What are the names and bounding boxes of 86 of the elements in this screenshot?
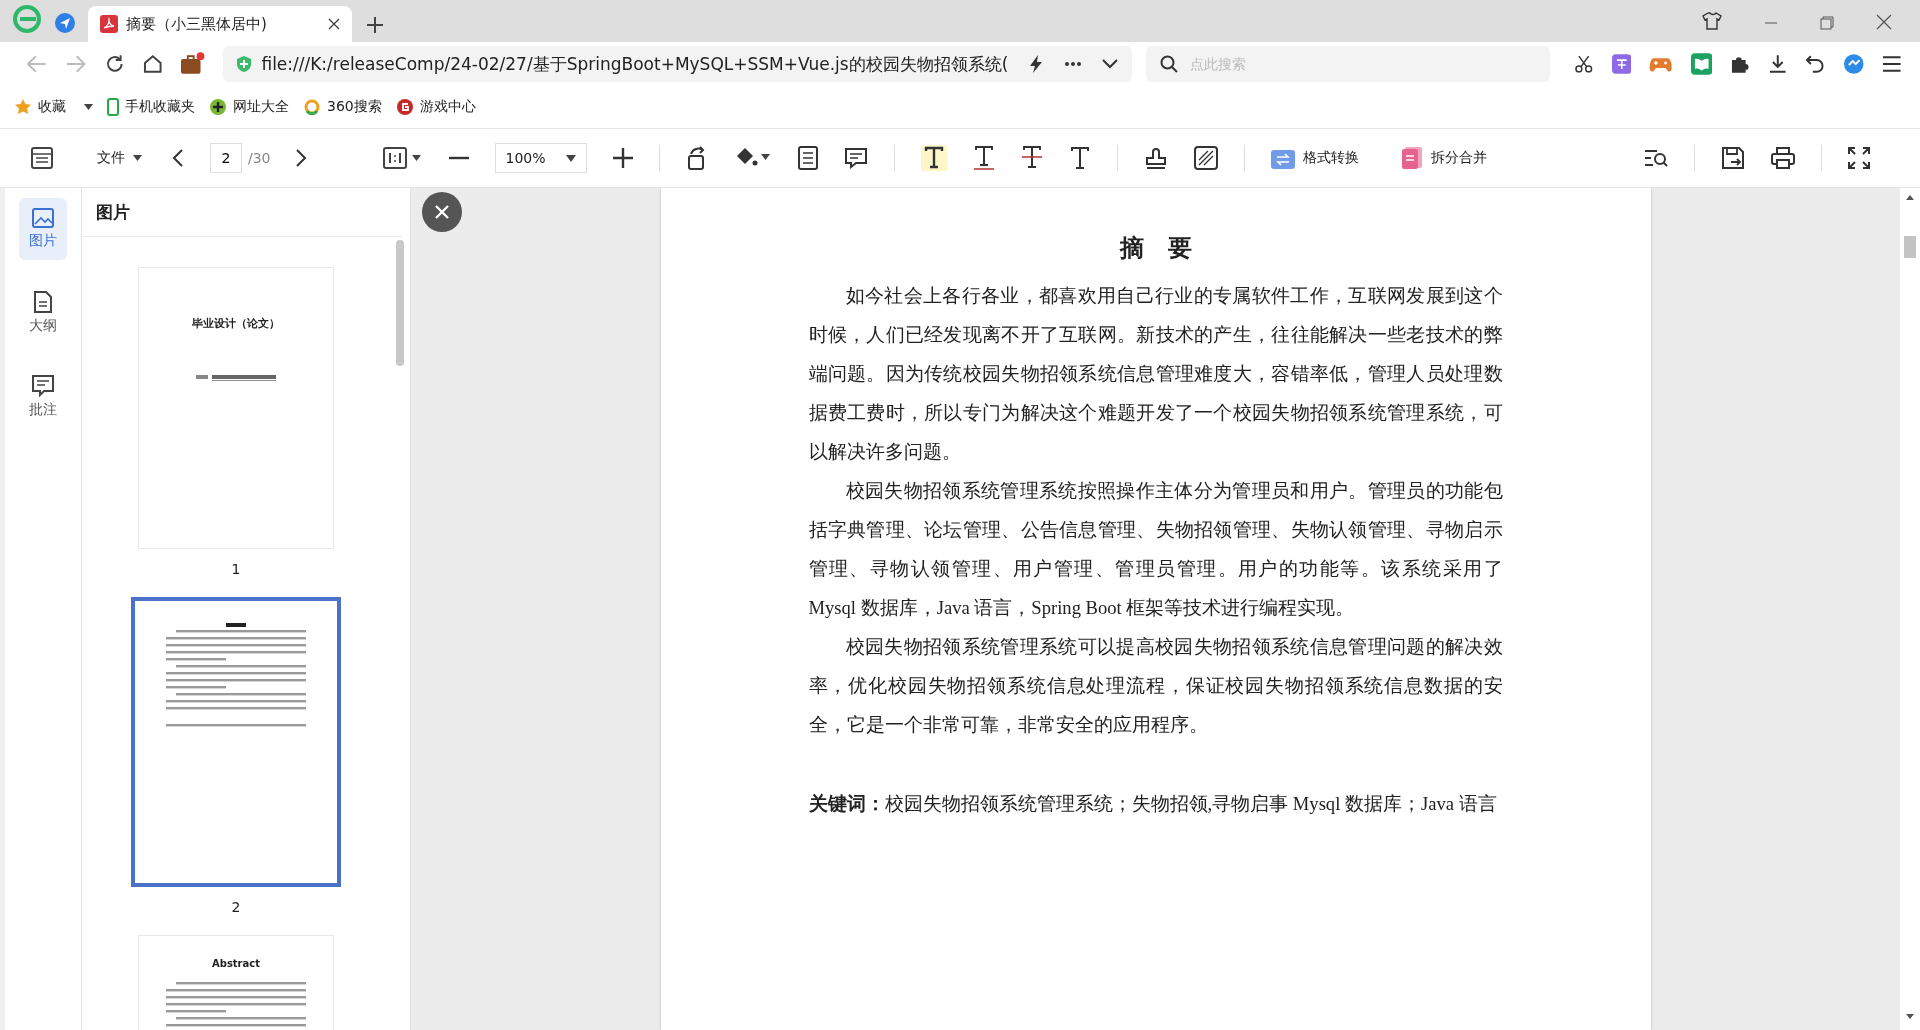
pdf-icon	[100, 15, 118, 33]
new-tab-icon[interactable]	[366, 16, 384, 34]
browser-tab[interactable]: 摘要（小三黑体居中)	[88, 6, 352, 42]
chevron-down-icon[interactable]	[1102, 59, 1119, 69]
zoom-in-icon[interactable]	[612, 148, 633, 168]
page-total: /30	[248, 150, 271, 166]
caret-icon[interactable]	[84, 104, 93, 110]
folder-arrows-icon	[1270, 147, 1295, 169]
page-number-field[interactable]: 2	[210, 143, 242, 173]
caret-icon	[133, 155, 142, 161]
previous-page-icon[interactable]	[172, 148, 184, 168]
search-icon	[1160, 55, 1179, 73]
briefcase-icon[interactable]	[180, 52, 206, 76]
close-icon[interactable]	[328, 18, 340, 30]
find-text-icon[interactable]	[1644, 148, 1668, 168]
document-title: 摘要	[1118, 233, 1217, 264]
star-icon	[14, 98, 32, 116]
text-icon[interactable]	[1068, 146, 1091, 170]
split-merge-button[interactable]: 拆分合并	[1400, 146, 1487, 170]
page-thumbnail[interactable]	[131, 597, 341, 887]
underline-text-icon[interactable]	[972, 145, 995, 171]
translate-icon[interactable]	[1611, 54, 1632, 74]
file-menu[interactable]: 文件	[97, 149, 142, 167]
bookmark-link[interactable]: 360搜索	[327, 98, 382, 116]
close-icon[interactable]	[1876, 14, 1892, 30]
thumbnail-heading: 毕业设计（论文）	[192, 316, 280, 331]
page-thumbnail[interactable]: 毕业设计（论文）	[138, 267, 334, 549]
paragraph: 如今社会上各行各业，都喜欢用自己行业的专属软件工作，互联网发展到这个时候，人们已经发现离不开了互联网。新技术的产生，往往能解决一些老技术的弊端问题。因为传统校园失物招领系统信息管理难度大，容错率低，管理人员处理数据费工费时，所以专门为解决这个难题开发了一个校园失物招领系统管理系统，可以解决许多问题。	[808, 284, 1503, 464]
sidebar-tab[interactable]: 大纲	[19, 282, 67, 344]
save-as-icon[interactable]	[1721, 146, 1745, 170]
menu-icon[interactable]	[1882, 55, 1902, 73]
phone-icon	[107, 98, 119, 116]
print-icon[interactable]	[1771, 146, 1795, 170]
actual-size-icon[interactable]	[382, 147, 423, 169]
more-icon[interactable]	[1064, 61, 1083, 67]
document-icon	[34, 291, 52, 313]
puzzle-icon[interactable]	[1730, 54, 1750, 74]
pages-icon	[1400, 146, 1423, 170]
zoom-out-icon[interactable]	[448, 156, 469, 160]
comment-icon[interactable]	[843, 147, 868, 169]
keywords: 关键词：校园失物招领系统管理系统；失物招领,寻物启事 Mysql 数据库；Java 语言	[808, 792, 1498, 816]
tab-title: 摘要（小三黑体居中)	[126, 14, 268, 34]
thumbnail-heading: Abstract	[212, 958, 260, 969]
ring-icon	[303, 98, 321, 116]
stamp-icon[interactable]	[1143, 146, 1168, 170]
sync-icon[interactable]	[1842, 53, 1865, 75]
restore-icon[interactable]	[1820, 16, 1834, 30]
sidebar-tab[interactable]: 图片	[19, 198, 67, 260]
sidebar-toggle-icon[interactable]	[31, 147, 53, 169]
caret-icon	[565, 154, 576, 162]
signature-icon[interactable]	[1193, 146, 1218, 170]
panel-scrollbar[interactable]	[396, 240, 404, 366]
address-bar[interactable]: file:///K:/releaseComp/24-02/27/基于SpringBoot+MySQL+SSM+Vue.js的校园失物招领系统(	[223, 46, 1133, 82]
next-page-icon[interactable]	[294, 148, 307, 168]
book-icon[interactable]	[1690, 53, 1713, 75]
shield-icon	[235, 55, 254, 73]
panel-title: 图片	[82, 188, 402, 237]
highlight-text-icon[interactable]	[920, 145, 947, 171]
bookmark-link[interactable]: 游戏中心	[419, 98, 476, 116]
plus-circle-icon	[209, 98, 227, 116]
bookmark-link[interactable]: 网址大全	[233, 98, 289, 116]
game-logo-icon	[395, 98, 414, 116]
undo-icon[interactable]	[1805, 55, 1825, 73]
page-number: 1	[231, 561, 241, 577]
bookmark-link[interactable]: 手机收藏夹	[125, 98, 195, 116]
close-icon[interactable]	[422, 192, 462, 232]
home-icon[interactable]	[142, 54, 163, 74]
lightning-icon[interactable]	[1028, 54, 1045, 74]
shirt-icon[interactable]	[1702, 12, 1722, 30]
paragraph: 校园失物招领系统管理系统可以提高校园失物招领系统信息管理问题的解决效率，优化校园失物招领系统信息处理流程，保证校园失物招领系统信息数据的安全，它是一个非常可靠，非常安全的应用程序。	[808, 635, 1503, 737]
page-icon[interactable]	[797, 146, 818, 170]
zoom-dropdown[interactable]: 100%	[494, 143, 587, 173]
scissors-icon[interactable]	[1574, 54, 1594, 74]
image-icon	[32, 208, 54, 228]
format-convert-button[interactable]: 格式转换	[1270, 147, 1359, 169]
address-text: file:///K:/releaseComp/24-02/27/基于SpringBoot+MySQL+SSM+Vue.js的校园失物招领系统(	[261, 52, 1009, 76]
page-number: 2	[231, 899, 241, 915]
reload-icon[interactable]	[104, 54, 125, 74]
paragraph: 校园失物招领系统管理系统按照操作主体分为管理员和用户。管理员的功能包括字典管理、论坛管理、公告信息管理、失物招领管理、失物认领管理、寻物启示管理、寻物认领管理、用户管理、管理员管理。用户的功能等。该系统采用了 Mysql 数据库，Java 语言，Spring Boot 框架等技术进行编程实现。	[808, 479, 1503, 620]
fullscreen-icon[interactable]	[1848, 147, 1870, 169]
bookmark-link[interactable]: 收藏	[38, 98, 66, 116]
sidebar-tab[interactable]: 批注	[19, 366, 67, 428]
download-icon[interactable]	[1767, 54, 1788, 74]
comment-icon	[32, 375, 54, 397]
strikethrough-text-icon[interactable]	[1020, 145, 1043, 171]
page-thumbnail[interactable]: Abstract	[138, 935, 334, 1030]
